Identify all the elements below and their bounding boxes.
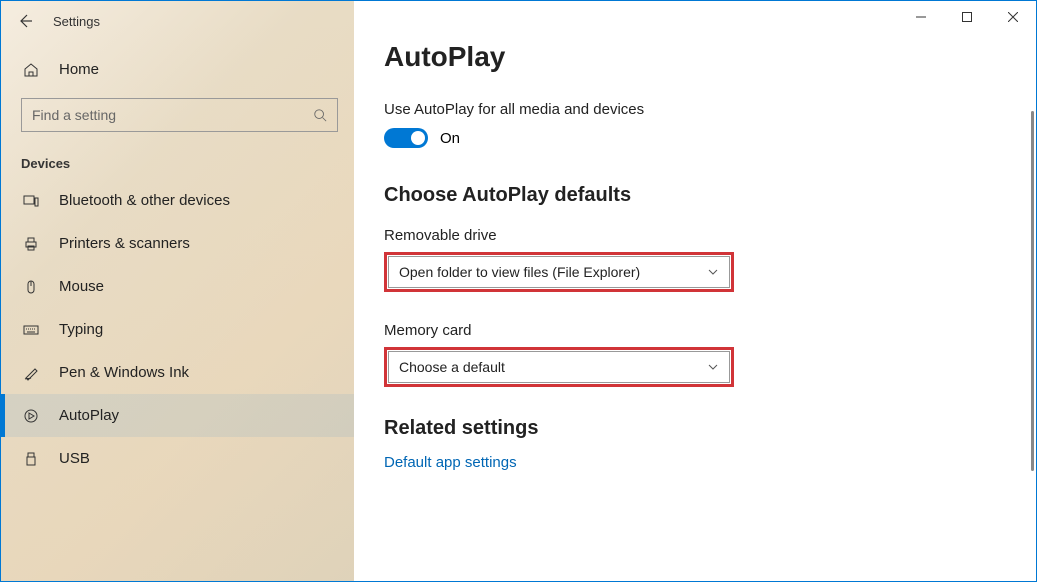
mouse-icon xyxy=(23,279,39,295)
sidebar-item-printers[interactable]: Printers & scanners xyxy=(1,222,354,265)
window-controls xyxy=(898,1,1036,33)
sidebar-item-label: Pen & Windows Ink xyxy=(59,364,189,381)
maximize-icon xyxy=(962,12,972,22)
memory-card-value: Choose a default xyxy=(399,359,505,375)
sidebar-item-autoplay[interactable]: AutoPlay xyxy=(1,394,354,437)
sidebar-item-mouse[interactable]: Mouse xyxy=(1,265,354,308)
sidebar-item-label: Mouse xyxy=(59,278,104,295)
sidebar-item-label: Printers & scanners xyxy=(59,235,190,252)
related-heading: Related settings xyxy=(384,417,1006,440)
keyboard-icon xyxy=(23,322,39,338)
printer-icon xyxy=(23,236,39,252)
settings-sidebar: Settings Home Devices Bluetooth & other … xyxy=(1,1,354,581)
chevron-down-icon xyxy=(707,266,719,278)
sidebar-item-label: USB xyxy=(59,450,90,467)
chevron-down-icon xyxy=(707,361,719,373)
usb-icon xyxy=(23,451,39,467)
default-app-settings-link[interactable]: Default app settings xyxy=(384,454,1006,471)
sidebar-item-bluetooth[interactable]: Bluetooth & other devices xyxy=(1,179,354,222)
minimize-icon xyxy=(916,12,926,22)
autoplay-icon xyxy=(23,408,39,424)
pen-icon xyxy=(23,365,39,381)
autoplay-toggle-row: On xyxy=(384,128,1006,148)
devices-icon xyxy=(23,193,39,209)
close-button[interactable] xyxy=(990,1,1036,33)
sidebar-item-label: Bluetooth & other devices xyxy=(59,192,230,209)
scrollbar[interactable] xyxy=(1031,111,1034,471)
memory-card-dropdown-highlight: Choose a default xyxy=(384,347,734,387)
minimize-button[interactable] xyxy=(898,1,944,33)
main-content: AutoPlay Use AutoPlay for all media and … xyxy=(354,1,1036,581)
autoplay-toggle[interactable] xyxy=(384,128,428,148)
memory-card-label: Memory card xyxy=(384,322,1006,339)
sidebar-item-typing[interactable]: Typing xyxy=(1,308,354,351)
toggle-description: Use AutoPlay for all media and devices xyxy=(384,101,1006,118)
removable-drive-dropdown-highlight: Open folder to view files (File Explorer… xyxy=(384,252,734,292)
maximize-button[interactable] xyxy=(944,1,990,33)
sidebar-item-label: AutoPlay xyxy=(59,407,119,424)
memory-card-dropdown[interactable]: Choose a default xyxy=(388,351,730,383)
page-title: AutoPlay xyxy=(384,41,1006,73)
defaults-heading: Choose AutoPlay defaults xyxy=(384,184,1006,207)
removable-drive-label: Removable drive xyxy=(384,227,1006,244)
close-icon xyxy=(1008,12,1018,22)
removable-drive-value: Open folder to view files (File Explorer… xyxy=(399,264,640,280)
removable-drive-dropdown[interactable]: Open folder to view files (File Explorer… xyxy=(388,256,730,288)
sidebar-item-label: Typing xyxy=(59,321,103,338)
toggle-state-label: On xyxy=(440,130,460,147)
sidebar-item-usb[interactable]: USB xyxy=(1,437,354,480)
sidebar-item-pen[interactable]: Pen & Windows Ink xyxy=(1,351,354,394)
